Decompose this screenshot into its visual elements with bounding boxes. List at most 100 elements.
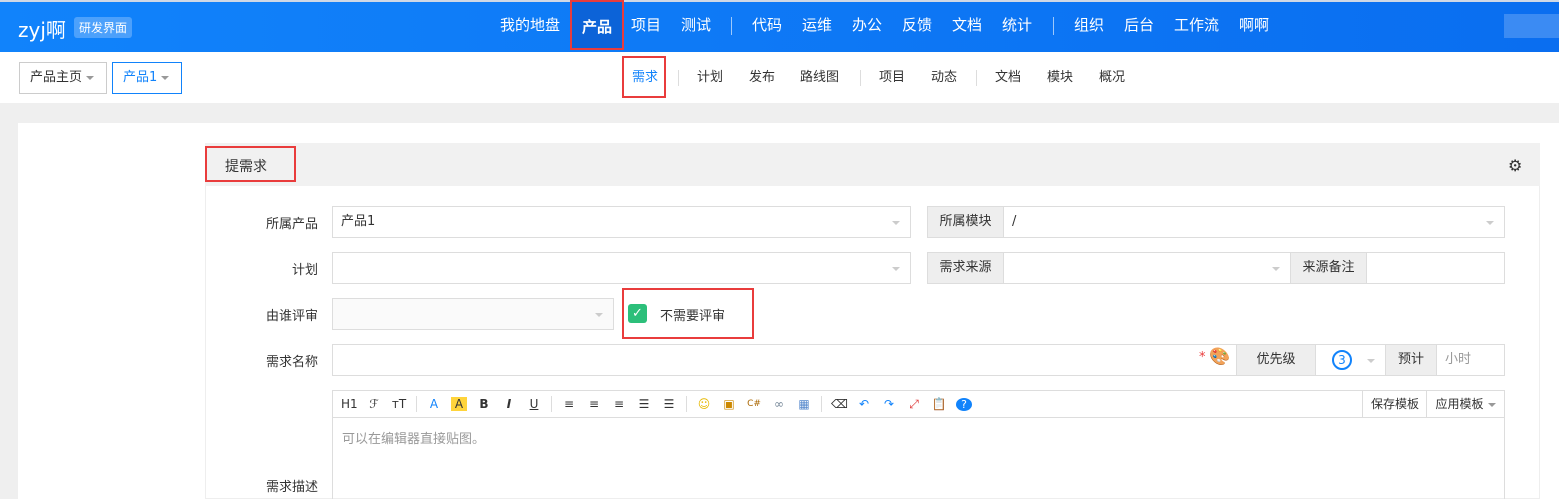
- nav-test[interactable]: 测试: [671, 0, 721, 50]
- workspace-badge[interactable]: 研发界面: [74, 17, 133, 38]
- undo-icon[interactable]: ↶: [856, 397, 872, 411]
- subnav-divider: [860, 70, 861, 86]
- breadcrumb-home-label: 产品主页: [30, 70, 83, 85]
- module-label: 所属模块: [927, 206, 1004, 238]
- chevron-down-icon: [1487, 402, 1496, 407]
- nav-ops[interactable]: 运维: [792, 0, 842, 50]
- app-name[interactable]: zyj啊: [18, 14, 66, 43]
- nav-divider: [731, 17, 732, 35]
- heading-icon[interactable]: H1: [341, 397, 358, 411]
- title-label: 需求名称: [265, 355, 318, 370]
- panel-title: 提需求: [225, 159, 267, 175]
- editor-toolbar: H1 ℱ тT A A B I U ≡ ≡ ≡ ☰ ☰ ☺ ▣ C# ∞ ▦ ⌫…: [333, 391, 1504, 418]
- reviewer-select[interactable]: [332, 298, 614, 330]
- editor-placeholder: 可以在编辑器直接贴图。: [342, 432, 486, 447]
- align-left-icon[interactable]: ≡: [561, 397, 577, 411]
- breadcrumb-product[interactable]: 产品1: [112, 62, 182, 94]
- required-mark: *: [1199, 350, 1206, 365]
- nav-divider: [1053, 17, 1054, 35]
- nav-office[interactable]: 办公: [842, 0, 892, 50]
- source-note-label: 来源备注: [1290, 252, 1367, 284]
- nav-doc[interactable]: 文档: [942, 0, 992, 50]
- toolbar-divider: [686, 396, 687, 412]
- sub-navbar: [0, 52, 1559, 103]
- nav-project[interactable]: 项目: [621, 0, 671, 50]
- bold-icon[interactable]: B: [476, 397, 492, 411]
- nav-admin[interactable]: 后台: [1114, 0, 1164, 50]
- no-review-label[interactable]: 不需要评审: [660, 305, 725, 324]
- subnav-story[interactable]: 需求: [632, 68, 658, 88]
- module-select[interactable]: /: [1003, 206, 1505, 238]
- title-input[interactable]: [332, 344, 1237, 376]
- breadcrumb-product-label: 产品1: [123, 70, 158, 85]
- nav-my[interactable]: 我的地盘: [490, 0, 570, 50]
- nav-aa[interactable]: 啊啊: [1229, 0, 1279, 50]
- emoji-icon[interactable]: ☺: [696, 397, 712, 411]
- user-menu[interactable]: [1504, 14, 1559, 38]
- subnav-roadmap[interactable]: 路线图: [800, 68, 839, 88]
- apply-template-button[interactable]: 应用模板: [1426, 391, 1504, 418]
- color-palette-icon[interactable]: 🎨: [1209, 347, 1230, 367]
- nav-feedback[interactable]: 反馈: [892, 0, 942, 50]
- plan-select[interactable]: [332, 252, 911, 284]
- description-label: 需求描述: [265, 480, 318, 495]
- insert-image-icon[interactable]: ▣: [721, 397, 737, 411]
- priority-select[interactable]: 3: [1315, 344, 1386, 376]
- align-right-icon[interactable]: ≡: [611, 397, 627, 411]
- nav-org[interactable]: 组织: [1064, 0, 1114, 50]
- code-icon[interactable]: C#: [746, 399, 762, 409]
- product-select[interactable]: 产品1: [332, 206, 911, 238]
- chevron-down-icon: [161, 75, 170, 80]
- save-template-button[interactable]: 保存模板: [1362, 391, 1427, 418]
- italic-icon[interactable]: I: [501, 397, 517, 411]
- font-color-icon[interactable]: A: [426, 397, 442, 411]
- chevron-down-icon: [86, 75, 95, 80]
- toolbar-divider: [416, 396, 417, 412]
- product-label: 所属产品: [265, 217, 318, 232]
- eraser-icon[interactable]: ⌫: [831, 397, 848, 411]
- apply-template-label: 应用模板: [1435, 397, 1484, 411]
- table-icon[interactable]: ▦: [796, 397, 812, 411]
- subnav-doc[interactable]: 文档: [995, 68, 1021, 88]
- toolbar-divider: [551, 396, 552, 412]
- help-icon[interactable]: ?: [956, 397, 972, 411]
- ordered-list-icon[interactable]: ☰: [636, 397, 652, 411]
- subnav-dynamic[interactable]: 动态: [931, 68, 957, 88]
- estimate-label: 预计: [1385, 344, 1437, 376]
- nav-product[interactable]: 产品: [570, 0, 625, 50]
- description-editor[interactable]: H1 ℱ тT A A B I U ≡ ≡ ≡ ☰ ☰ ☺ ▣ C# ∞ ▦ ⌫…: [332, 390, 1505, 499]
- underline-icon[interactable]: U: [526, 397, 542, 411]
- source-select[interactable]: [1003, 252, 1291, 284]
- subnav-divider: [976, 70, 977, 86]
- highlight-color-icon[interactable]: A: [451, 397, 467, 411]
- subnav-project[interactable]: 项目: [879, 68, 905, 88]
- fullscreen-icon[interactable]: ⤢: [906, 397, 922, 412]
- no-review-checkbox[interactable]: ✓: [628, 304, 647, 323]
- source-label: 需求来源: [927, 252, 1004, 284]
- link-icon[interactable]: ∞: [771, 397, 787, 411]
- priority-value: 3: [1332, 349, 1352, 370]
- unordered-list-icon[interactable]: ☰: [661, 397, 677, 411]
- toolbar-divider: [821, 396, 822, 412]
- source-note-input[interactable]: [1366, 252, 1505, 284]
- breadcrumb-home[interactable]: 产品主页: [19, 62, 107, 94]
- paste-icon[interactable]: 📋: [931, 397, 947, 411]
- subnav-release[interactable]: 发布: [749, 68, 775, 88]
- subnav-module[interactable]: 模块: [1047, 68, 1073, 88]
- subnav-plan[interactable]: 计划: [697, 68, 723, 88]
- font-family-icon[interactable]: ℱ: [366, 397, 382, 411]
- reviewer-label: 由谁评审: [265, 309, 318, 324]
- nav-stats[interactable]: 统计: [992, 0, 1042, 50]
- nav-code[interactable]: 代码: [742, 0, 792, 50]
- plan-label: 计划: [291, 263, 318, 278]
- font-size-icon[interactable]: тT: [391, 397, 407, 411]
- priority-label: 优先级: [1236, 344, 1316, 376]
- align-center-icon[interactable]: ≡: [586, 397, 602, 411]
- nav-workflow[interactable]: 工作流: [1164, 0, 1229, 50]
- panel-header: [205, 143, 1540, 186]
- estimate-input[interactable]: 小时: [1436, 344, 1505, 376]
- gear-icon[interactable]: ⚙: [1508, 156, 1522, 175]
- redo-icon[interactable]: ↷: [881, 397, 897, 411]
- subnav-overview[interactable]: 概况: [1099, 68, 1125, 88]
- subnav-divider: [678, 70, 679, 86]
